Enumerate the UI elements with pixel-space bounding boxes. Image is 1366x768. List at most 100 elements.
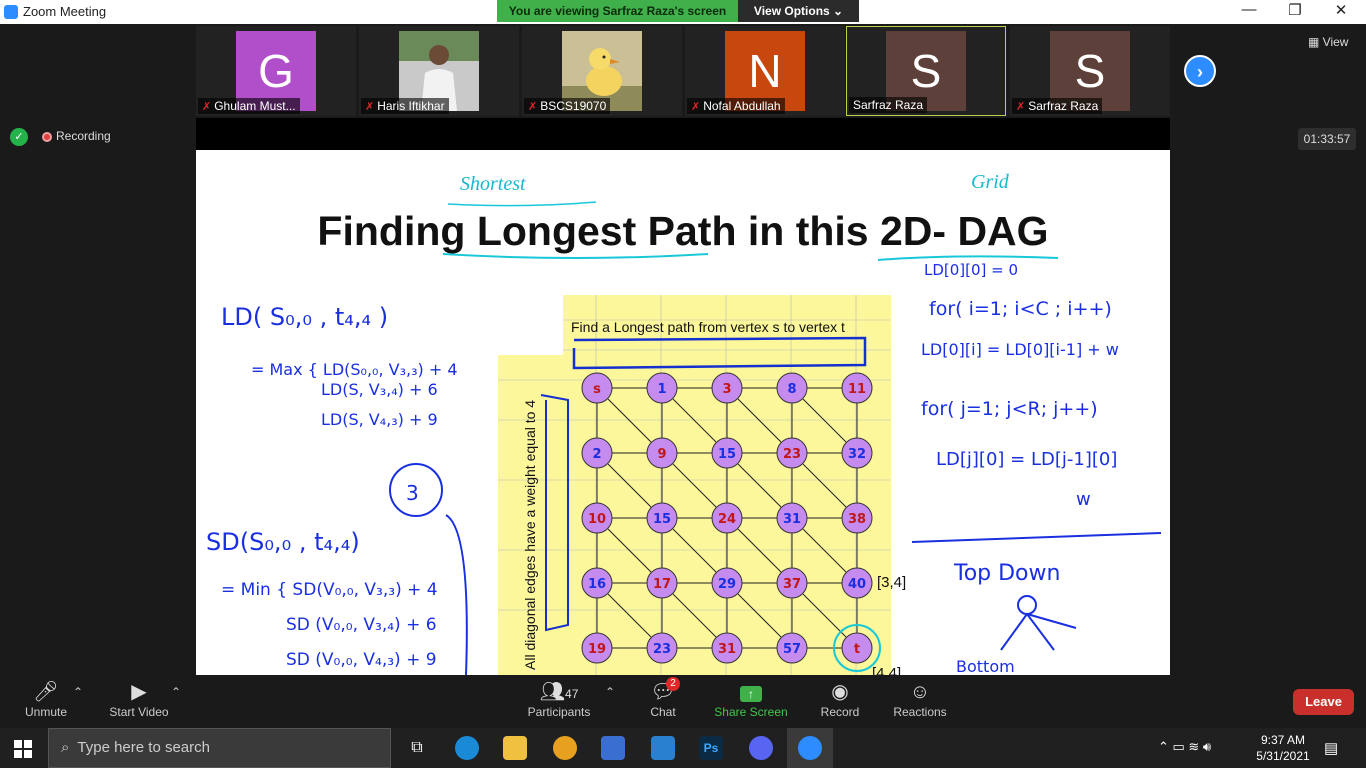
- task-view-icon[interactable]: ⧉: [405, 736, 429, 760]
- graph-node: 37: [776, 567, 808, 599]
- graph-node: 23: [646, 632, 678, 664]
- next-page-button[interactable]: ›: [1184, 55, 1216, 87]
- taskbar-search-box[interactable]: ⌕ Type here to search: [48, 728, 391, 768]
- graph-node: 31: [776, 502, 808, 534]
- note-right-8: Bottom: [956, 657, 1015, 675]
- note-left-7: SD (V₀,₀, V₃,₄) + 6: [286, 615, 437, 635]
- participant-tile[interactable]: G ✗ Ghulam Must...: [196, 26, 356, 116]
- graph-node-label: 8: [787, 382, 796, 397]
- edge-browser-icon[interactable]: [455, 736, 479, 760]
- graph-node-label: 15: [718, 447, 736, 462]
- participants-button[interactable]: 👥︎47 Participants: [524, 679, 594, 719]
- graph-node-label: 11: [848, 382, 866, 397]
- graph-node: 15: [646, 502, 678, 534]
- graph-node: t: [841, 632, 873, 664]
- graph-node-label: 16: [588, 577, 606, 592]
- graph-node-label: 3: [722, 382, 731, 397]
- discord-icon[interactable]: [749, 736, 773, 760]
- graph-node: 2: [581, 437, 613, 469]
- minimize-icon[interactable]: —: [1226, 1, 1272, 18]
- windows-taskbar: ⌕ Type here to search ⧉ Ps ⌃ ▭ ≋ 🔊︎ 9:37 …: [0, 728, 1366, 768]
- taskbar-clock[interactable]: 9:37 AM 5/31/2021: [1252, 732, 1314, 764]
- diagram-side-caption: All diagonal edges have a weight equal t…: [522, 400, 538, 670]
- chrome-icon[interactable]: [553, 736, 577, 760]
- participant-tile[interactable]: S ✗ Sarfraz Raza: [1010, 26, 1170, 116]
- shared-screen: Finding Longest Path in this 2D- DAG Sho…: [196, 150, 1170, 675]
- label-4-4: [4,4]: [872, 665, 901, 675]
- note-shortest: Shortest: [460, 173, 526, 195]
- note-left-3: LD(S, V₃,₄) + 6: [321, 380, 438, 399]
- zoom-taskbar-button[interactable]: [787, 728, 833, 768]
- graph-node: 16: [581, 567, 613, 599]
- graph-node-label: 37: [783, 577, 801, 592]
- graph-node: 29: [711, 567, 743, 599]
- close-icon[interactable]: ✕: [1318, 1, 1364, 19]
- note-right-2: for( i=1; i<C ; i++): [929, 298, 1112, 320]
- graph-node: 1: [646, 372, 678, 404]
- mic-muted-icon: ✗: [365, 101, 375, 113]
- graph-node-label: 38: [848, 512, 866, 527]
- note-left-4: LD(S, V₄,₃) + 9: [321, 410, 438, 429]
- graph-node-label: 15: [653, 512, 671, 527]
- zoom-app-icon: [4, 5, 18, 19]
- recording-label: Recording: [56, 129, 111, 144]
- participant-name: Haris Iftikhar: [377, 99, 445, 113]
- unmute-button[interactable]: 🎤︎ Unmute: [18, 679, 74, 719]
- graph-node: s: [581, 372, 613, 404]
- participant-tile[interactable]: N ✗ Nofal Abdullah: [685, 26, 845, 116]
- viewing-label: You are viewing Sarfraz Raza's screen: [497, 0, 738, 22]
- search-icon: ⌕: [61, 739, 70, 756]
- video-options-chevron-icon[interactable]: ⌃: [170, 685, 182, 699]
- participant-name: BSCS19070: [540, 99, 607, 113]
- zoom-icon: [798, 736, 822, 760]
- mic-muted-icon: ✗: [691, 101, 701, 113]
- mic-muted-icon: 🎤︎: [33, 681, 59, 703]
- graph-node-label: s: [593, 382, 601, 397]
- note-left-1: LD( S₀,₀ , t₄,₄ ): [221, 303, 388, 331]
- participant-tile[interactable]: ✗ BSCS19070: [522, 26, 682, 116]
- note-right-4: for( j=1; j<R; j++): [921, 398, 1098, 420]
- chevron-right-icon: ›: [1197, 62, 1203, 82]
- record-button[interactable]: ◉ Record: [812, 679, 868, 719]
- graph-node: 15: [711, 437, 743, 469]
- chat-button[interactable]: 💬︎ Chat 2: [640, 677, 686, 719]
- mail-icon[interactable]: [651, 736, 675, 760]
- graph-node-label: 40: [848, 577, 866, 592]
- reactions-button[interactable]: ☺ Reactions: [890, 679, 950, 719]
- leave-button[interactable]: Leave: [1293, 689, 1354, 715]
- mic-muted-icon: ✗: [202, 101, 212, 113]
- participant-tile[interactable]: ✗ Haris Iftikhar: [359, 26, 519, 116]
- share-top-bar: [196, 118, 1170, 150]
- view-button[interactable]: ▦ View: [1308, 35, 1348, 49]
- view-options-button[interactable]: View Options ⌄: [738, 0, 859, 22]
- system-tray-icons[interactable]: ⌃ ▭ ≋ 🔊︎: [1158, 739, 1211, 755]
- note-left-6: = Min { SD(V₀,₀, V₃,₃) + 4: [221, 580, 438, 600]
- note-right-5: LD[j][0] = LD[j-1][0]: [936, 449, 1117, 470]
- note-grid: Grid: [971, 171, 1010, 193]
- graph-node: 19: [581, 632, 613, 664]
- participant-tile-active-speaker[interactable]: S Sarfraz Raza: [846, 26, 1006, 116]
- smiley-icon: ☺: [909, 681, 931, 703]
- restore-icon[interactable]: ❐: [1272, 1, 1318, 19]
- start-video-button[interactable]: ▶ Start Video: [104, 679, 174, 719]
- recording-indicator[interactable]: ✓ Recording: [10, 128, 111, 146]
- note-right-6: w: [1076, 489, 1091, 510]
- video-off-icon: ▶: [131, 681, 147, 703]
- photoshop-icon[interactable]: Ps: [699, 736, 723, 760]
- file-explorer-icon[interactable]: [503, 736, 527, 760]
- audio-options-chevron-icon[interactable]: ⌃: [72, 685, 84, 699]
- graph-node: 23: [776, 437, 808, 469]
- share-screen-button[interactable]: ↑ Share Screen: [712, 679, 790, 719]
- store-icon[interactable]: [601, 736, 625, 760]
- notifications-icon[interactable]: ▤: [1324, 739, 1338, 757]
- graph-node: 17: [646, 567, 678, 599]
- graph-node: 11: [841, 372, 873, 404]
- graph-node: 40: [841, 567, 873, 599]
- graph-node-label: 23: [783, 447, 801, 462]
- note-left-8: SD (V₀,₀, V₄,₃) + 9: [286, 650, 437, 670]
- participants-chevron-icon[interactable]: ⌃: [604, 685, 616, 699]
- mic-muted-icon: ✗: [528, 101, 538, 113]
- grid-icon: ▦: [1308, 35, 1323, 49]
- note-left-2: = Max { LD(S₀,₀, V₃,₃) + 4: [251, 360, 458, 379]
- windows-start-icon[interactable]: [14, 740, 32, 758]
